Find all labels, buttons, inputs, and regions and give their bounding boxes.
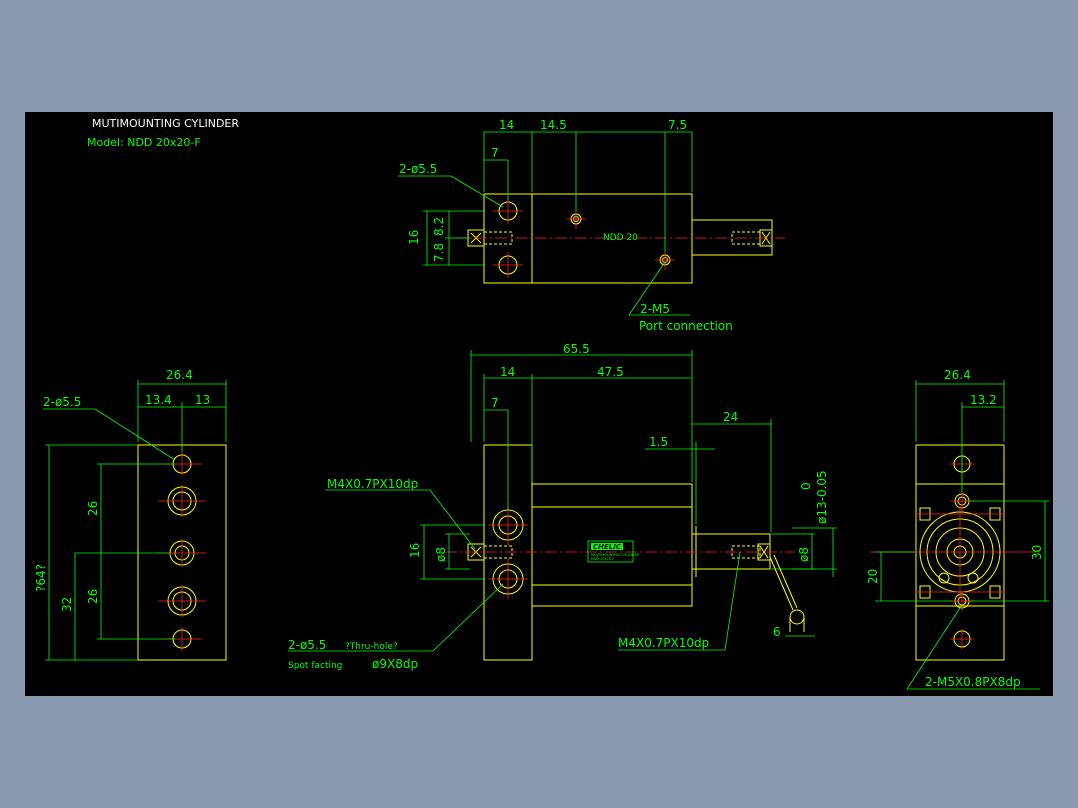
callout-port-desc: Port connection: [639, 319, 733, 333]
dim-front-1-5: 1.5: [649, 435, 668, 449]
model-label: Model: NDD 20x20-F: [87, 136, 201, 149]
callout-front-spot-size: ø9X8dp: [372, 657, 418, 671]
dim-front-6: 6: [773, 625, 781, 639]
callout-front-holes: 2-ø5.5: [288, 638, 326, 652]
dim-front-16: 16: [408, 543, 422, 558]
dim-front-65-5: 65.5: [563, 342, 590, 356]
badge-line1: NDD 20x20-F: [591, 557, 614, 561]
callout-front-hole-note: ?Thru-hole?: [345, 642, 398, 652]
dim-left-26a: 26: [86, 501, 100, 516]
dim-front-tol-upper: 0: [799, 482, 813, 490]
callout-right-tap: 2-M5X0.8PX8dp: [925, 675, 1021, 689]
dim-left-13-4: 13.4: [145, 393, 172, 407]
callout-left-holes: 2-ø5.5: [43, 395, 81, 409]
dim-top-16: 16: [407, 230, 421, 245]
dim-right-26-4: 26.4: [944, 368, 971, 382]
dim-right-30: 30: [1030, 545, 1044, 560]
callout-front-tap-right: M4X0.7PX10dp: [618, 636, 709, 650]
dim-front-14: 14: [500, 365, 515, 379]
callout-top-holes: 2-ø5.5: [399, 162, 437, 176]
left-view: 26.4 13.4 13 2-ø5.5 26 26 32 ?64?: [34, 368, 227, 661]
dim-left-64: ?64?: [34, 564, 48, 592]
dim-front-d13: ø13-0.05: [815, 470, 829, 524]
drawing-title: MUTIMOUNTING CYLINDER: [92, 117, 239, 130]
dim-front-d8-right: ø8: [797, 547, 811, 562]
body-engraving: NDD 20: [603, 233, 638, 243]
dim-right-13-2: 13.2: [970, 393, 997, 407]
front-view: CHELIC MULTIMOUNTING CYLINDER NDD 20x20-…: [288, 342, 837, 671]
dim-top-8-2: 8.2: [432, 217, 446, 236]
dim-top-7-5: 7.5: [668, 118, 687, 132]
drawing-canvas: MUTIMOUNTING CYLINDER Model: NDD 20x20-F…: [34, 117, 1049, 690]
right-view: 26.4 13.2 30 20 2-M5X0.8PX8dp: [866, 368, 1049, 690]
dim-front-24: 24: [723, 410, 738, 424]
top-view: NDD 20 14 14.5 7.5 7 2-ø5.5 16 7.8 8.2 2…: [398, 118, 785, 333]
dim-left-32: 32: [60, 597, 74, 612]
dim-left-26-4: 26.4: [166, 368, 193, 382]
badge-brand: CHELIC: [593, 543, 622, 551]
dim-front-7: 7: [491, 396, 499, 410]
dim-left-26b: 26: [86, 589, 100, 604]
dim-top-14: 14: [499, 118, 514, 132]
dim-front-47-5: 47.5: [597, 365, 624, 379]
brand-badge: CHELIC MULTIMOUNTING CYLINDER NDD 20x20-…: [587, 540, 640, 563]
dim-top-7: 7: [491, 146, 499, 160]
dim-front-d8-left: ø8: [434, 547, 448, 562]
dim-left-13: 13: [195, 393, 210, 407]
callout-front-tap-left: M4X0.7PX10dp: [327, 477, 418, 491]
dim-top-14-5: 14.5: [540, 118, 567, 132]
cad-viewport[interactable]: MUTIMOUNTING CYLINDER Model: NDD 20x20-F…: [25, 112, 1053, 696]
callout-front-spot: Spot facting: [288, 661, 342, 671]
dim-top-7-8: 7.8: [432, 243, 446, 262]
callout-port: 2-M5: [640, 302, 670, 316]
dim-right-20: 20: [866, 569, 880, 584]
